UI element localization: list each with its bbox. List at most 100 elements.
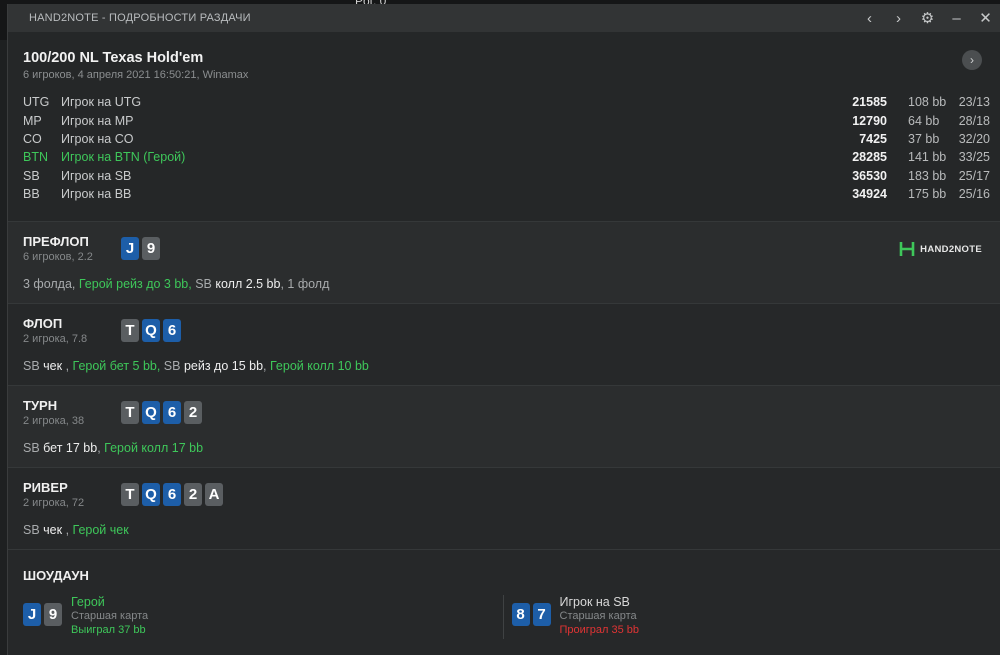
action-text: колл 2.5 bb (215, 277, 281, 291)
chevron-right-icon[interactable]: › (962, 50, 982, 70)
close-icon[interactable]: ✕ (971, 4, 1000, 32)
player-name: Игрок на CO (61, 131, 134, 146)
card: 2 (184, 401, 202, 424)
player-row: SB Игрок на SB 36530 183 bb 25/17 (23, 167, 1000, 185)
hole-cards: J 9 (121, 237, 163, 260)
player-row: BB Игрок на BB 34924 175 bb 25/16 (23, 185, 1000, 203)
street-river: РИВЕР 2 игрока, 72 T Q 6 2 A SB чек , Ге… (8, 468, 1000, 550)
card: T (121, 319, 139, 342)
showdown-player-name: Герой (71, 595, 105, 609)
card: J (23, 603, 41, 626)
board-cards: T Q 6 (121, 319, 184, 342)
prev-hand-icon[interactable]: ‹ (855, 4, 884, 32)
street-flop: ФЛОП 2 игрока, 7.8 T Q 6 SB чек , Герой … (8, 304, 1000, 386)
card: Q (142, 483, 160, 506)
action-player: SB (23, 441, 44, 455)
action-hero: Герой колл 17 bb (104, 441, 204, 455)
action-hero: Герой колл 10 bb (270, 359, 369, 373)
card: 6 (163, 401, 181, 424)
hand2note-logo: HAND2NOTE (898, 240, 982, 258)
player-stats: 23/13 (958, 95, 990, 110)
showdown-hand-rank: Старшая карта (559, 610, 637, 622)
window-title: HAND2NOTE - ПОДРОБНОСТИ РАЗДАЧИ (29, 12, 251, 24)
showdown-hand-rank: Старшая карта (71, 610, 149, 622)
player-stats: 33/25 (958, 150, 990, 165)
players-table: UTG Игрок на UTG 21585 108 bb 23/13 MP И… (23, 93, 1000, 203)
player-position: CO (23, 131, 42, 146)
card: 6 (163, 483, 181, 506)
showdown-player-name: Игрок на SB (559, 595, 630, 609)
logo-text: HAND2NOTE (920, 243, 982, 255)
street-actions: SB чек , Герой бет 5 bb, SB рейз до 15 b… (23, 359, 1000, 373)
street-count: 2 игрока, 72 (23, 497, 85, 509)
showdown-result: Проиграл 35 bb (559, 624, 640, 636)
player-row: CO Игрок на CO 7425 37 bb 32/20 (23, 130, 1000, 148)
hand-header: 100/200 NL Texas Hold'em 6 игроков, 4 ап… (8, 32, 1000, 222)
showdown-villain: 8 7 Игрок на SB Старшая карта Проиграл 3… (511, 595, 1000, 637)
player-stack: 7425 (859, 131, 887, 146)
card: T (121, 401, 139, 424)
hero-cards: J 9 (23, 603, 65, 637)
player-position: BB (23, 187, 40, 202)
title-bar[interactable]: HAND2NOTE - ПОДРОБНОСТИ РАЗДАЧИ ‹ › ⚙ – … (8, 4, 1000, 32)
card: 7 (532, 603, 551, 626)
player-position: MP (23, 113, 42, 128)
action-hero: Герой бет 5 bb, (72, 359, 164, 373)
card: Q (142, 319, 160, 342)
street-count: 2 игрока, 38 (23, 415, 85, 427)
player-name: Игрок на SB (61, 168, 132, 183)
board-cards: T Q 6 2 (121, 401, 205, 424)
player-position: SB (23, 168, 40, 183)
player-row-hero: BTN Игрок на BTN (Герой) 28285 141 bb 33… (23, 148, 1000, 166)
next-hand-icon[interactable]: › (884, 4, 913, 32)
action-text: , (62, 523, 73, 537)
card: Q (142, 401, 160, 424)
gear-icon[interactable]: ⚙ (913, 4, 942, 32)
showdown-section: ШОУДАУН J 9 Герой Старшая карта Выиграл … (8, 550, 1000, 655)
showdown-hero: J 9 Герой Старшая карта Выиграл 37 bb (23, 595, 512, 637)
card: 9 (142, 237, 160, 260)
action-player: SB (195, 277, 216, 291)
action-text: рейз до 15 bb (183, 359, 264, 373)
card: 6 (163, 319, 181, 342)
player-stack: 28285 (852, 150, 887, 165)
player-row: MP Игрок на MP 12790 64 bb 28/18 (23, 111, 1000, 129)
showdown-divider (503, 595, 504, 639)
player-stack: 34924 (852, 187, 887, 202)
player-name: Игрок на BB (61, 187, 132, 202)
action-text: , (263, 359, 270, 373)
hand-subtitle: 6 игроков, 4 апреля 2021 16:50:21, Winam… (23, 69, 249, 81)
action-hero: Герой чек (72, 523, 129, 537)
player-stack: 21585 (852, 95, 887, 110)
street-name: ТУРН (23, 398, 58, 413)
action-text: 3 фолда, (23, 277, 79, 291)
card: T (121, 483, 139, 506)
minimize-icon[interactable]: – (942, 4, 971, 32)
player-stack: 12790 (852, 113, 887, 128)
street-count: 2 игрока, 7.8 (23, 333, 88, 345)
villain-cards: 8 7 (511, 603, 554, 637)
action-text: бет 17 bb (43, 441, 98, 455)
action-text: , (62, 359, 73, 373)
player-stats: 28/18 (958, 113, 990, 128)
board-cards: T Q 6 2 A (121, 483, 226, 506)
card: 9 (44, 603, 62, 626)
street-actions: SB бет 17 bb, Герой колл 17 bb (23, 441, 1000, 455)
action-player: SB (23, 523, 44, 537)
street-actions: 3 фолда, Герой рейз до 3 bb, SB колл 2.5… (23, 277, 1000, 291)
card: J (121, 237, 139, 260)
hand2note-logo-icon (899, 242, 915, 256)
card: A (205, 483, 223, 506)
hand-details-window: HAND2NOTE - ПОДРОБНОСТИ РАЗДАЧИ ‹ › ⚙ – … (7, 4, 1000, 655)
action-player: SB (23, 359, 44, 373)
street-name: РИВЕР (23, 480, 68, 495)
player-name: Игрок на UTG (61, 95, 142, 110)
action-text: чек (43, 523, 63, 537)
card: 2 (184, 483, 202, 506)
action-player: SB (163, 359, 184, 373)
player-stats: 25/17 (958, 168, 990, 183)
action-hero: Герой рейз до 3 bb, (78, 277, 196, 291)
street-count: 6 игроков, 2.2 (23, 251, 93, 263)
player-row: UTG Игрок на UTG 21585 108 bb 23/13 (23, 93, 1000, 111)
action-text: , 1 фолд (280, 277, 330, 291)
